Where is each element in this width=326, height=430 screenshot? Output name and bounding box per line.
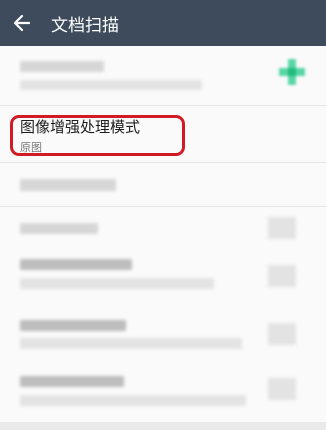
- redacted-text: [20, 179, 116, 191]
- arrow-left-icon: [13, 14, 31, 32]
- redacted-text: [20, 80, 202, 90]
- redacted-toggle[interactable]: [268, 217, 296, 239]
- redacted-text: [20, 278, 214, 289]
- list-item[interactable]: [0, 251, 326, 309]
- redacted-text: [20, 395, 246, 406]
- redacted-text: [20, 259, 132, 270]
- redacted-text: [20, 376, 124, 387]
- back-button[interactable]: [0, 0, 44, 46]
- redacted-toggle[interactable]: [268, 323, 296, 345]
- redacted-text: [20, 223, 98, 234]
- app-icon: [278, 58, 306, 86]
- page-title: 文档扫描: [51, 15, 119, 36]
- redacted-text: [20, 320, 126, 331]
- redacted-text: [20, 338, 242, 349]
- list-item[interactable]: [0, 163, 326, 207]
- redacted-toggle[interactable]: [268, 265, 296, 287]
- app-bar: 文档扫描: [0, 0, 326, 46]
- list-item[interactable]: [0, 207, 326, 251]
- settings-list: 图像增强处理模式 原图: [0, 46, 326, 430]
- list-item[interactable]: [0, 367, 326, 422]
- list-item[interactable]: [0, 46, 326, 106]
- bottom-divider: [0, 422, 326, 430]
- redacted-toggle[interactable]: [268, 378, 296, 400]
- redacted-text: [20, 61, 104, 72]
- highlight-annotation: [10, 115, 185, 156]
- list-item[interactable]: [0, 309, 326, 367]
